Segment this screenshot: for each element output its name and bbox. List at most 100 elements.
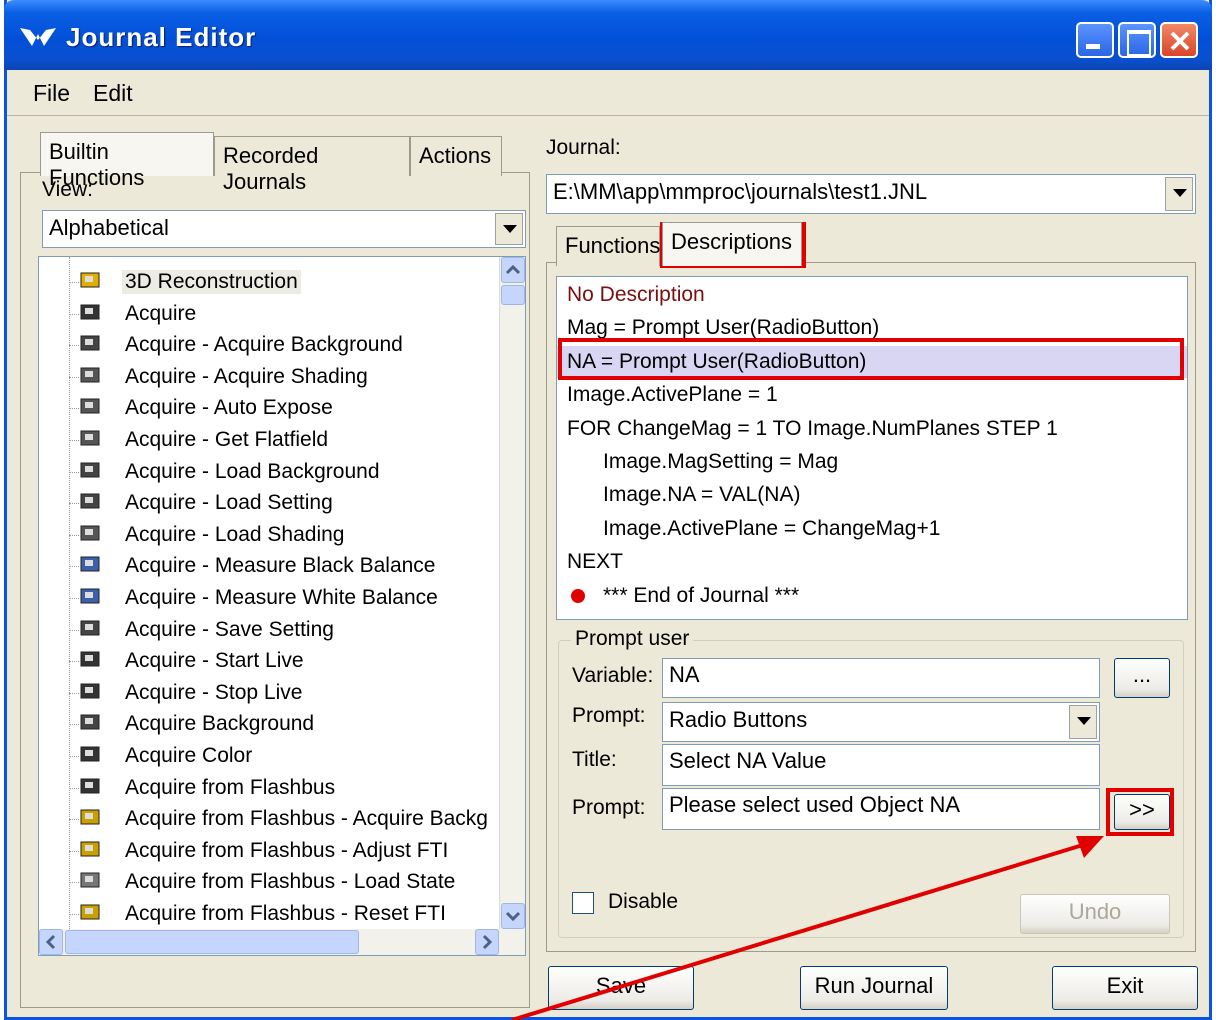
journal-line[interactable]: Image.ActivePlane = ChangeMag+1 (557, 513, 1187, 545)
journal-line-text: FOR ChangeMag = 1 TO Image.NumPlanes STE… (567, 416, 1058, 440)
tree-connector-line (69, 534, 79, 536)
journal-line[interactable]: Mag = Prompt User(RadioButton) (557, 312, 1187, 344)
tree-item[interactable]: Acquire (39, 299, 499, 330)
window-title: Journal Editor (66, 22, 257, 52)
run-journal-button[interactable]: Run Journal (800, 966, 948, 1010)
journal-line-text: Image.ActivePlane = ChangeMag+1 (603, 516, 941, 540)
tree-item[interactable]: Acquire from Flashbus - Load State (39, 867, 499, 898)
save-button[interactable]: Save (548, 966, 694, 1010)
journal-line[interactable]: Image.ActivePlane = 1 (557, 379, 1187, 411)
tree-item[interactable]: Acquire from Flashbus - Acquire Backg (39, 804, 499, 835)
flashbus-icon (79, 839, 103, 861)
journal-line[interactable]: Image.NA = VAL(NA) (557, 479, 1187, 511)
white-balance-icon (79, 586, 103, 608)
expand-prompt-button[interactable]: >> (1114, 794, 1170, 830)
breakpoint-icon (571, 588, 585, 603)
tree-item[interactable]: Acquire - Save Setting (39, 615, 499, 646)
tree-item[interactable]: Acquire - Start Live (39, 646, 499, 677)
tree-connector-line (69, 503, 79, 505)
tree-item-label: Acquire - Measure White Balance (125, 586, 438, 609)
scroll-down-icon[interactable] (501, 903, 525, 929)
function-tree-horizontal-scrollbar[interactable] (39, 929, 501, 955)
menu-edit[interactable]: Edit (93, 80, 133, 107)
tree-item[interactable]: Acquire from Flashbus (39, 773, 499, 804)
tree-item-label: Acquire Background (125, 712, 315, 736)
tree-connector-line (69, 376, 79, 378)
load-shading-icon (79, 523, 103, 545)
prompt-text-input[interactable]: Please select used Object NA (662, 788, 1100, 830)
journal-path-select[interactable]: E:\MM\app\mmproc\journals\test1.JNL (546, 174, 1196, 214)
tab-builtin-functions[interactable]: Builtin Functions (40, 132, 214, 190)
chevron-down-icon[interactable] (1069, 705, 1097, 739)
browse-button[interactable]: ... (1114, 658, 1170, 698)
tree-connector-line (69, 629, 79, 631)
scroll-left-icon[interactable] (39, 929, 63, 955)
prompt-type-select[interactable]: Radio Buttons (662, 702, 1100, 742)
tree-item[interactable]: Acquire from Flashbus - Reset FTI (39, 899, 499, 930)
journal-line[interactable]: *** End of Journal *** (557, 580, 1187, 612)
tree-item[interactable]: Acquire Background (39, 709, 499, 740)
tree-item[interactable]: Acquire - Measure Black Balance (39, 551, 499, 582)
tree-item[interactable]: Acquire - Load Setting (39, 488, 499, 519)
tree-item-label: 3D Reconstruction (122, 270, 301, 294)
tree-connector-line (69, 313, 79, 315)
minimize-button[interactable] (1076, 22, 1114, 58)
disable-checkbox[interactable] (572, 892, 594, 914)
maximize-button[interactable] (1118, 22, 1156, 58)
tree-item-label: Acquire - Load Background (125, 459, 380, 483)
exit-button[interactable]: Exit (1052, 966, 1198, 1010)
tree-item[interactable]: Acquire from Flashbus - Adjust FTI (39, 836, 499, 867)
journal-line[interactable]: FOR ChangeMag = 1 TO Image.NumPlanes STE… (557, 413, 1187, 445)
tree-item[interactable]: Acquire - Measure White Balance (39, 583, 499, 614)
prompt-text-label: Prompt: (572, 796, 646, 819)
scroll-right-icon[interactable] (475, 929, 499, 955)
journal-path-value: E:\MM\app\mmproc\journals\test1.JNL (553, 179, 928, 204)
scroll-thumb[interactable] (501, 285, 525, 305)
tab-functions[interactable]: Functions (556, 226, 660, 266)
close-button[interactable] (1160, 22, 1198, 58)
tree-connector-line (69, 440, 79, 441)
tree-item[interactable]: 3D Reconstruction (39, 267, 499, 298)
journal-lines-list[interactable]: No Description Mag = Prompt User(RadioBut… (556, 276, 1188, 620)
title-bar[interactable]: Journal Editor (4, 0, 1212, 70)
tree-connector-line (69, 787, 79, 789)
journal-line[interactable]: No Description (557, 279, 1187, 311)
scroll-up-icon[interactable] (501, 257, 525, 283)
tree-item-label: Acquire - Acquire Shading (125, 364, 368, 388)
tree-item[interactable]: Acquire - Acquire Background (39, 330, 499, 361)
tree-item-label: Acquire from Flashbus - Acquire Backg (125, 807, 488, 831)
chevron-down-icon[interactable] (495, 213, 523, 245)
view-select[interactable]: Alphabetical (42, 210, 526, 248)
function-tree[interactable]: 3D Reconstruction Acquire Acquire - Acquir… (38, 256, 526, 956)
journal-line-text: Image.ActivePlane = 1 (567, 383, 778, 407)
menu-file[interactable]: File (33, 80, 70, 107)
journal-line-text: Mag = Prompt User(RadioButton) (567, 316, 880, 340)
tree-item[interactable]: Acquire Color (39, 741, 499, 772)
app-logo-icon (20, 28, 56, 46)
tree-connector-line (69, 598, 79, 599)
journal-line[interactable]: Image.MagSetting = Mag (557, 446, 1187, 478)
journal-line[interactable]: NA = Prompt User(RadioButton) (557, 345, 1187, 378)
tree-item-label: Acquire - Load Setting (125, 491, 333, 515)
journal-line[interactable]: NEXT (557, 546, 1187, 578)
tree-item[interactable]: Acquire - Get Flatfield (39, 425, 499, 456)
tree-item-label: Acquire from Flashbus - Reset FTI (125, 902, 446, 925)
tree-item-label: Acquire - Measure Black Balance (125, 554, 436, 578)
chevron-down-icon[interactable] (1165, 177, 1193, 211)
horizontal-scroll-thumb[interactable] (65, 930, 359, 954)
tab-actions[interactable]: Actions (410, 136, 502, 176)
tree-item[interactable]: Acquire - Load Background (39, 457, 499, 488)
tree-item[interactable]: Acquire - Load Shading (39, 520, 499, 551)
save-setting-icon (79, 618, 103, 640)
tree-item[interactable]: Acquire - Acquire Shading (39, 362, 499, 393)
function-tree-vertical-scrollbar[interactable] (499, 257, 525, 955)
title-input[interactable]: Select NA Value (662, 744, 1100, 786)
tree-item-label: Acquire Color (125, 744, 253, 767)
tree-item[interactable]: Acquire - Auto Expose (39, 393, 499, 424)
journal-line-text: NEXT (567, 550, 624, 574)
tree-item[interactable]: Acquire - Stop Live (39, 678, 499, 709)
tab-descriptions[interactable]: Descriptions (662, 222, 802, 266)
undo-button[interactable]: Undo (1020, 894, 1170, 934)
tab-recorded-journals[interactable]: Recorded Journals (214, 136, 410, 194)
variable-input[interactable]: NA (662, 658, 1100, 698)
